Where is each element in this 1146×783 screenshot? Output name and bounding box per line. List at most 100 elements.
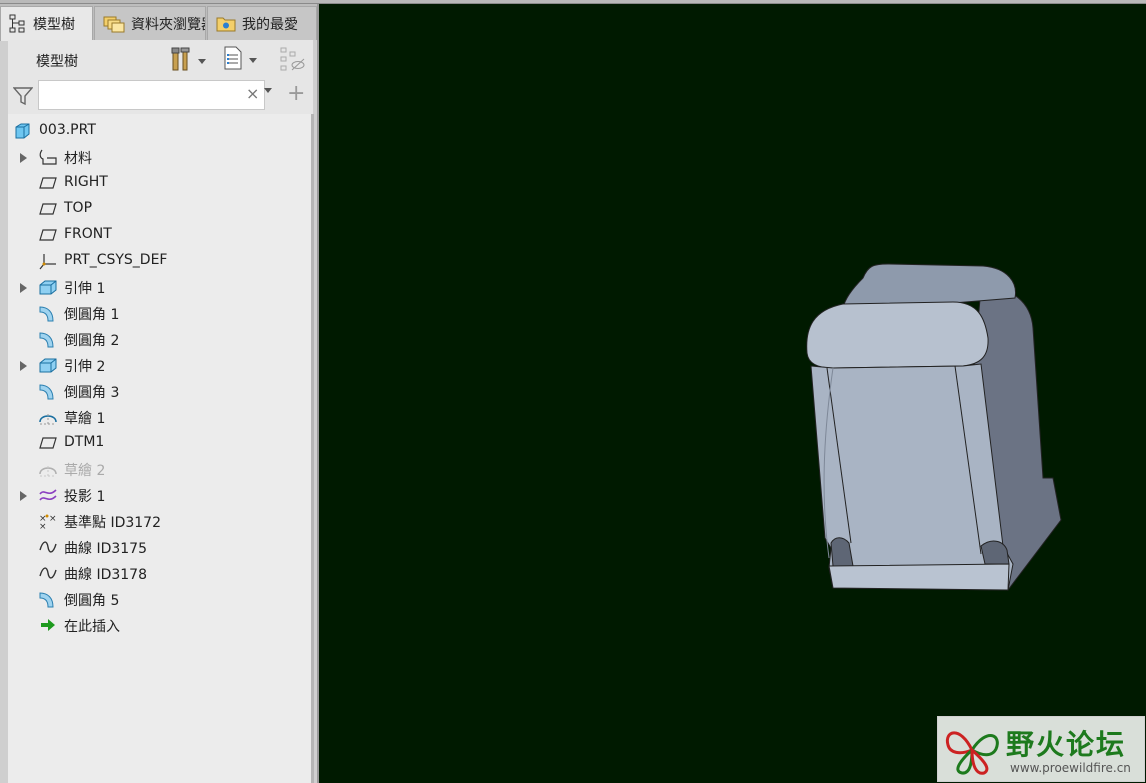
datum-plane-icon <box>38 434 58 452</box>
tree-item-datum-point[interactable]: × × × 基準點 ID3172 <box>8 508 308 534</box>
tree-item-label: FRONT <box>64 226 112 242</box>
tree-structure-icon <box>9 14 27 34</box>
model-tree: 003.PRT 材料 RIGHT TOP FRONT PRT_CSYS_DEF … <box>8 114 314 783</box>
curve-icon <box>38 564 58 582</box>
tree-item-label: PRT_CSYS_DEF <box>64 252 168 268</box>
tree-item-label: 倒圓角 1 <box>64 307 120 323</box>
tree-item-extrude-1[interactable]: 引伸 1 <box>8 274 308 300</box>
list-settings-icon <box>223 46 243 74</box>
filter-icon[interactable] <box>12 86 34 110</box>
tree-item-right[interactable]: RIGHT <box>8 170 308 196</box>
tab-folder-browser[interactable]: 資料夾瀏覽器 <box>94 6 206 40</box>
datum-plane-icon <box>38 226 58 244</box>
tree-item-front[interactable]: FRONT <box>8 222 308 248</box>
tree-item-label: 基準點 ID3172 <box>64 515 161 531</box>
expand-arrow-icon[interactable] <box>20 153 27 163</box>
tree-item-label: 倒圓角 3 <box>64 385 120 401</box>
tab-favorites[interactable]: 我的最愛 <box>207 6 317 40</box>
chevron-down-icon <box>249 57 257 63</box>
visibility-button[interactable] <box>279 46 305 76</box>
tree-item-sketch-2[interactable]: 草繪 2 <box>8 456 308 482</box>
expand-arrow-icon[interactable] <box>20 491 27 501</box>
tree-item-round-2[interactable]: 倒圓角 2 <box>8 326 308 352</box>
tab-model-tree[interactable]: 模型樹 <box>0 6 93 41</box>
tree-item-round-5[interactable]: 倒圓角 5 <box>8 586 308 612</box>
navigator-panel: 模型樹 資料夾瀏覽器 我的最愛 模型樹 <box>0 4 317 783</box>
tree-item-projection-1[interactable]: 投影 1 <box>8 482 308 508</box>
model-tree-title: 模型樹 <box>36 54 78 70</box>
tree-root-item[interactable]: 003.PRT <box>8 118 308 144</box>
round-icon <box>38 330 58 348</box>
curve-icon <box>38 538 58 556</box>
tree-item-label: 材料 <box>64 151 92 167</box>
material-icon <box>38 148 58 166</box>
watermark-url: www.proewildfire.cn <box>1010 761 1131 775</box>
tree-item-label: TOP <box>64 200 93 216</box>
visibility-icon <box>279 46 305 76</box>
tree-item-label: DTM1 <box>64 434 105 450</box>
tree-item-label: 投影 1 <box>64 489 106 505</box>
3d-part-model[interactable] <box>803 258 1083 598</box>
tree-item-top[interactable]: TOP <box>8 196 308 222</box>
round-icon <box>38 590 58 608</box>
watermark: 野火论坛 www.proewildfire.cn <box>937 716 1145 782</box>
svg-text:×: × <box>39 522 47 530</box>
search-options-dropdown[interactable] <box>264 88 272 112</box>
butterfly-logo-icon <box>942 723 1002 781</box>
tree-item-label: 草繪 1 <box>64 411 106 427</box>
tree-item-curve-2[interactable]: 曲線 ID3178 <box>8 560 308 586</box>
part-icon <box>13 122 33 140</box>
tree-item-curve-1[interactable]: 曲線 ID3175 <box>8 534 308 560</box>
filter-row: × + <box>8 78 313 114</box>
tree-root-label: 003.PRT <box>39 122 96 138</box>
tree-item-sketch-1[interactable]: 草繪 1 <box>8 404 308 430</box>
expand-arrow-icon[interactable] <box>20 361 27 371</box>
datum-plane-icon <box>38 200 58 218</box>
model-tree-toolbar: 模型樹 <box>8 40 313 78</box>
favorites-icon <box>216 16 236 32</box>
tree-item-label: 草繪 2 <box>64 463 106 479</box>
tree-item-label: RIGHT <box>64 174 108 190</box>
graphics-viewport[interactable]: 野火论坛 www.proewildfire.cn <box>317 4 1146 783</box>
projection-icon <box>38 486 58 504</box>
add-filter-button[interactable]: + <box>287 83 305 105</box>
chevron-down-icon <box>264 88 272 112</box>
tree-item-round-3[interactable]: 倒圓角 3 <box>8 378 308 404</box>
tools-icon <box>170 46 192 76</box>
datum-point-icon: × × × <box>38 512 58 532</box>
extrude-icon <box>38 356 58 374</box>
tree-item-csys[interactable]: PRT_CSYS_DEF <box>8 248 308 274</box>
extrude-icon <box>38 278 58 296</box>
search-input[interactable] <box>38 80 265 110</box>
tree-item-label: 引伸 1 <box>64 281 106 297</box>
tree-item-round-1[interactable]: 倒圓角 1 <box>8 300 308 326</box>
tab-favorites-label: 我的最愛 <box>242 16 298 33</box>
sketch-icon <box>38 460 58 478</box>
insert-here-arrow-icon <box>38 616 58 634</box>
tab-folder-browser-label: 資料夾瀏覽器 <box>131 16 205 33</box>
tree-item-label: 倒圓角 2 <box>64 333 120 349</box>
svg-text:×: × <box>49 514 57 524</box>
tree-item-label: 曲線 ID3175 <box>64 541 147 557</box>
chevron-down-icon <box>198 58 206 64</box>
tree-item-label: 引伸 2 <box>64 359 106 375</box>
show-dropdown-button[interactable] <box>223 46 257 74</box>
coordinate-system-icon <box>38 252 58 270</box>
tree-item-material[interactable]: 材料 <box>8 144 308 170</box>
tree-item-dtm1[interactable]: DTM1 <box>8 430 308 456</box>
sketch-icon <box>38 408 58 426</box>
round-icon <box>38 382 58 400</box>
tree-item-label: 曲線 ID3178 <box>64 567 147 583</box>
tree-item-extrude-2[interactable]: 引伸 2 <box>8 352 308 378</box>
datum-plane-icon <box>38 174 58 192</box>
tree-item-label: 倒圓角 5 <box>64 593 120 609</box>
settings-dropdown-button[interactable] <box>170 46 206 76</box>
clear-search-button[interactable]: × <box>246 86 259 102</box>
tab-model-tree-label: 模型樹 <box>33 17 75 33</box>
round-icon <box>38 304 58 322</box>
watermark-title: 野火论坛 <box>1006 728 1127 761</box>
tree-item-insert-here[interactable]: 在此插入 <box>8 612 308 638</box>
navigator-tabbar: 模型樹 資料夾瀏覽器 我的最愛 <box>0 4 317 41</box>
expand-arrow-icon[interactable] <box>20 283 27 293</box>
folder-browser-icon <box>103 15 125 33</box>
